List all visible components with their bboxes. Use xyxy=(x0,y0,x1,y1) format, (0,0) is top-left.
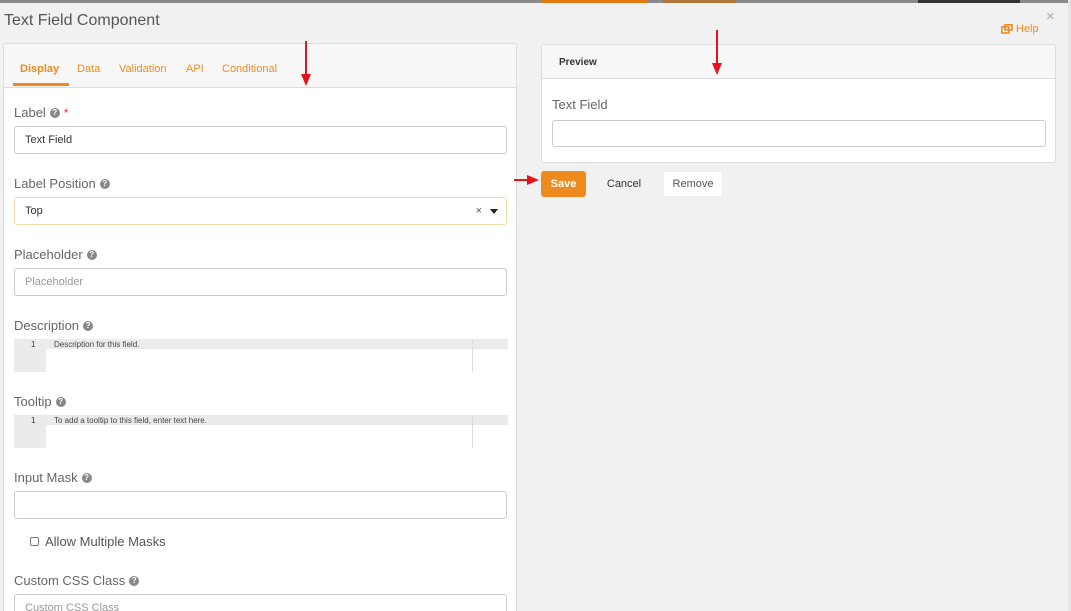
allow-multiple-masks-label[interactable]: Allow Multiple Masks xyxy=(45,534,166,549)
allow-multiple-masks-checkbox[interactable] xyxy=(30,537,39,546)
line-number: 1 xyxy=(31,340,36,349)
allow-multiple-masks-row: Allow Multiple Masks xyxy=(30,534,166,549)
tooltip-text: Tooltip xyxy=(14,394,52,409)
placeholder-input[interactable]: Placeholder xyxy=(14,268,507,296)
description-editor[interactable]: 1 Description for this field. xyxy=(14,339,508,372)
active-tab-indicator xyxy=(13,83,69,86)
preview-panel: Preview Text Field xyxy=(541,44,1056,163)
required-marker: * xyxy=(63,105,69,120)
question-circle-icon: ? xyxy=(99,178,110,189)
editor-margin-line xyxy=(472,339,473,372)
placeholder-text: Placeholder xyxy=(14,247,83,262)
remove-button[interactable]: Remove xyxy=(663,171,723,197)
clear-selection-icon[interactable]: × xyxy=(476,205,482,217)
label-position-value: Top xyxy=(25,205,43,217)
background-app-strip xyxy=(0,0,1071,3)
tab-data[interactable]: Data xyxy=(77,63,100,75)
caret-down-icon[interactable] xyxy=(490,209,498,214)
modal-title: Text Field Component xyxy=(4,12,160,29)
preview-header: Preview xyxy=(542,45,1055,79)
tab-validation[interactable]: Validation xyxy=(119,63,167,75)
question-circle-icon: ? xyxy=(83,320,94,331)
tooltip-placeholder: To add a tooltip to this field, enter te… xyxy=(54,416,207,425)
label-position-select[interactable]: Top × xyxy=(14,197,507,225)
custom-css-text: Custom CSS Class xyxy=(14,573,126,588)
label-field-text: Label xyxy=(14,105,46,120)
tooltip-editor[interactable]: 1 To add a tooltip to this field, enter … xyxy=(14,415,508,448)
tooltip-field-label: Tooltip ? xyxy=(14,394,66,409)
preview-text-input[interactable] xyxy=(552,120,1046,147)
settings-panel: Display Data Validation API Conditional … xyxy=(3,43,517,611)
custom-css-input[interactable]: Custom CSS Class xyxy=(14,594,507,611)
cancel-button[interactable]: Cancel xyxy=(600,171,648,197)
label-input[interactable]: Text Field xyxy=(14,126,507,154)
close-icon[interactable]: × xyxy=(1046,8,1055,25)
annotation-arrow-icon xyxy=(301,41,311,86)
tab-bar: Display Data Validation API Conditional xyxy=(4,44,516,88)
label-input-value: Text Field xyxy=(25,134,73,146)
placeholder-input-placeholder: Placeholder xyxy=(25,276,84,288)
input-mask-text: Input Mask xyxy=(14,470,78,485)
label-position-text: Label Position xyxy=(14,176,96,191)
question-circle-icon: ? xyxy=(55,396,66,407)
question-circle-icon: ? xyxy=(129,575,140,586)
question-circle-icon: ? xyxy=(81,472,92,483)
description-placeholder: Description for this field. xyxy=(54,340,140,349)
description-field-label: Description ? xyxy=(14,318,94,333)
help-link[interactable]: Help xyxy=(1001,23,1039,35)
line-number: 1 xyxy=(31,416,36,425)
custom-css-field-label: Custom CSS Class ? xyxy=(14,573,140,588)
annotation-arrow-icon xyxy=(712,30,722,75)
preview-title: Preview xyxy=(559,57,597,68)
tab-conditional[interactable]: Conditional xyxy=(222,63,277,75)
question-circle-icon: ? xyxy=(49,107,60,118)
tab-api[interactable]: API xyxy=(186,63,204,75)
tab-display[interactable]: Display xyxy=(20,63,59,75)
input-mask-input[interactable] xyxy=(14,491,507,519)
label-field-label: Label ? * xyxy=(14,105,68,120)
label-position-field-label: Label Position ? xyxy=(14,176,110,191)
help-label: Help xyxy=(1016,23,1039,35)
save-button[interactable]: Save xyxy=(541,171,586,197)
question-circle-icon: ? xyxy=(86,249,97,260)
preview-field-label: Text Field xyxy=(552,97,608,112)
description-text: Description xyxy=(14,318,80,333)
placeholder-field-label: Placeholder ? xyxy=(14,247,97,262)
input-mask-field-label: Input Mask ? xyxy=(14,470,92,485)
editor-margin-line xyxy=(472,415,473,448)
annotation-arrow-icon xyxy=(514,175,539,185)
external-window-icon xyxy=(1001,24,1013,34)
custom-css-placeholder: Custom CSS Class xyxy=(25,602,120,611)
